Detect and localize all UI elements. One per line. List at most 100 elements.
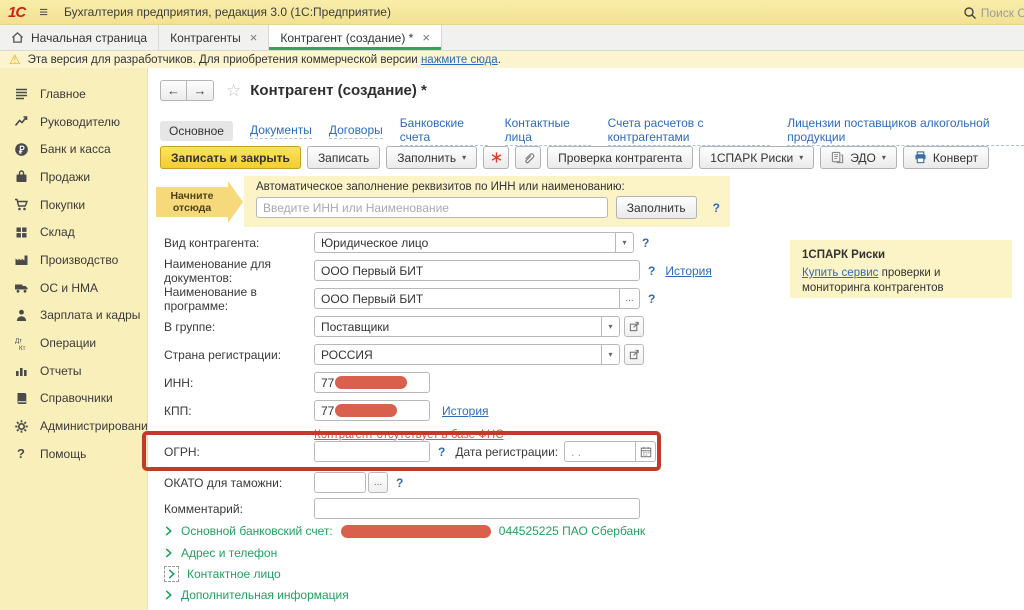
nav-tab-bank-accounts[interactable]: Банковские счета <box>400 116 488 146</box>
envelope-print-button[interactable]: Конверт <box>903 146 989 169</box>
check-counterparty-button[interactable]: Проверка контрагента <box>547 146 693 169</box>
bag-icon <box>13 169 29 185</box>
nav-tab-dokumenty[interactable]: Документы <box>250 123 312 139</box>
paperclip-icon <box>522 151 535 164</box>
fns-warning-link[interactable]: Контрагент отсутствует в базе ФНС <box>314 429 504 441</box>
gruppa-select[interactable]: Поставщики ▾ <box>314 316 620 337</box>
sidebar-item-bank-i-kassa[interactable]: Банк и касса <box>0 135 147 163</box>
field-label: Комментарий: <box>164 502 314 516</box>
kpp-input[interactable]: 77 <box>314 400 430 421</box>
buy-version-link[interactable]: нажмите сюда <box>421 54 498 66</box>
nav-tab-settlement-accounts[interactable]: Счета расчетов с контрагентами <box>608 116 771 146</box>
help-link[interactable]: ? <box>648 264 655 278</box>
open-item-button[interactable] <box>624 344 644 365</box>
open-item-button[interactable] <box>624 316 644 337</box>
calendar-icon[interactable] <box>635 442 655 461</box>
chevron-down-icon[interactable]: ▾ <box>601 317 619 336</box>
spark-risks-panel: 1СПАРК Риски Купить сервис проверки и мо… <box>790 240 1012 298</box>
sidebar-item-otchety[interactable]: Отчеты <box>0 357 147 385</box>
help-link[interactable]: ? <box>713 201 720 215</box>
section-address-phone[interactable]: Адрес и телефон <box>164 544 277 562</box>
sidebar-item-prodazhi[interactable]: Продажи <box>0 163 147 191</box>
inn-input[interactable]: 77 <box>314 372 430 393</box>
sidebar-item-operacii[interactable]: ДтКт Операции <box>0 329 147 357</box>
nav-tab-dogovory[interactable]: Договоры <box>329 123 383 139</box>
chevron-down-icon[interactable]: ▾ <box>601 345 619 364</box>
sidebar-item-zarplata[interactable]: Зарплата и кадры <box>0 302 147 330</box>
open-window-icon <box>629 349 640 360</box>
section-additional-info[interactable]: Дополнительная информация <box>164 586 349 604</box>
field-value: Юридическое лицо <box>315 233 615 252</box>
vid-kontragenta-select[interactable]: Юридическое лицо ▾ <box>314 232 634 253</box>
sidebar-item-sklad[interactable]: Склад <box>0 218 147 246</box>
main-menu-icon[interactable]: ≡ <box>39 5 48 20</box>
section-label: Контактное лицо <box>187 567 281 581</box>
nav-tab-contacts[interactable]: Контактные лица <box>505 116 591 146</box>
field-label: Наименование для документов: <box>164 257 314 285</box>
edo-button[interactable]: ЭДО▾ <box>820 146 897 169</box>
forward-button[interactable]: → <box>187 80 214 101</box>
help-link[interactable]: ? <box>396 476 403 490</box>
sidebar-item-proizvodstvo[interactable]: Производство <box>0 246 147 274</box>
save-and-close-button[interactable]: Записать и закрыть <box>160 146 301 169</box>
field-value: 77 <box>321 404 334 418</box>
nav-tab-osnovnoe[interactable]: Основное <box>160 121 233 141</box>
comment-input[interactable] <box>314 498 640 519</box>
redaction-blob <box>341 525 491 538</box>
favorite-star-icon[interactable]: ☆ <box>226 81 241 101</box>
naimenovanie-dok-input[interactable]: ООО Первый БИТ <box>314 260 640 281</box>
trend-chart-icon <box>13 114 29 130</box>
sidebar-item-rukovoditelyu[interactable]: Руководителю <box>0 108 147 136</box>
ogrn-input[interactable] <box>314 441 430 462</box>
help-link[interactable]: ? <box>438 445 445 459</box>
help-link[interactable]: ? <box>648 292 655 306</box>
buy-service-link[interactable]: Купить сервис <box>802 267 878 279</box>
redaction-blob <box>335 404 397 417</box>
sidebar-item-spravochniki[interactable]: Справочники <box>0 385 147 413</box>
ellipsis-icon: ... <box>374 477 382 488</box>
sidebar-item-administrirovanie[interactable]: Администрирование <box>0 412 147 440</box>
spark-asterisk-button[interactable] <box>483 146 509 169</box>
row-strana: Страна регистрации: РОССИЯ ▾ <box>164 344 644 365</box>
sidebar-item-os-i-nma[interactable]: ОС и НМА <box>0 274 147 302</box>
section-contact-person[interactable]: Контактное лицо <box>164 565 281 583</box>
chevron-down-icon[interactable]: ▾ <box>615 233 633 252</box>
tab-home[interactable]: Начальная страница <box>0 25 159 50</box>
close-icon[interactable]: × <box>422 30 430 45</box>
section-label: Адрес и телефон <box>181 546 277 560</box>
fill-menu-button[interactable]: Заполнить▾ <box>386 146 477 169</box>
registration-date-input[interactable]: . . <box>564 441 656 462</box>
row-naimenovanie-prog: Наименование в программе: ООО Первый БИТ… <box>164 288 655 309</box>
tab-kontragent-create[interactable]: Контрагент (создание) * × <box>269 25 442 50</box>
ellipsis-picker-icon[interactable]: ... <box>619 289 639 308</box>
date-label: Дата регистрации: <box>455 445 558 459</box>
ellipsis-picker-button[interactable]: ... <box>368 472 388 493</box>
attachments-button[interactable] <box>515 146 541 169</box>
strana-select[interactable]: РОССИЯ ▾ <box>314 344 620 365</box>
back-button[interactable]: ← <box>160 80 187 101</box>
nav-tab-alcohol-licenses[interactable]: Лицензии поставщиков алкогольной продукц… <box>787 116 1024 146</box>
arrow-head-icon <box>228 181 243 223</box>
inn-or-name-input[interactable] <box>256 197 608 218</box>
field-label: ОКАТО для таможни: <box>164 476 314 490</box>
save-button[interactable]: Записать <box>307 146 380 169</box>
history-link[interactable]: История <box>442 404 489 418</box>
field-value: Поставщики <box>315 317 601 336</box>
section-label: Дополнительная информация <box>181 588 349 602</box>
sidebar-item-pokupki[interactable]: Покупки <box>0 191 147 219</box>
tab-label: Контрагенты <box>170 31 241 45</box>
tab-kontragenty[interactable]: Контрагенты × <box>159 25 269 50</box>
autofill-fill-button[interactable]: Заполнить <box>616 196 697 219</box>
edo-docs-icon <box>831 151 844 164</box>
okato-input[interactable] <box>314 472 366 493</box>
naimenovanie-prog-input[interactable]: ООО Первый БИТ ... <box>314 288 640 309</box>
focus-outline <box>164 566 179 582</box>
spark-risks-button[interactable]: 1СПАРК Риски▾ <box>699 146 814 169</box>
help-link[interactable]: ? <box>642 236 649 250</box>
sidebar-item-pomoshch[interactable]: ? Помощь <box>0 440 147 468</box>
history-link[interactable]: История <box>665 264 712 278</box>
sidebar-item-glavnoe[interactable]: Главное <box>0 80 147 108</box>
section-bank-account[interactable]: Основной банковский счет: 044525225 ПАО … <box>164 522 645 540</box>
close-icon[interactable]: × <box>250 30 258 45</box>
global-search[interactable]: Поиск C <box>957 0 1024 25</box>
